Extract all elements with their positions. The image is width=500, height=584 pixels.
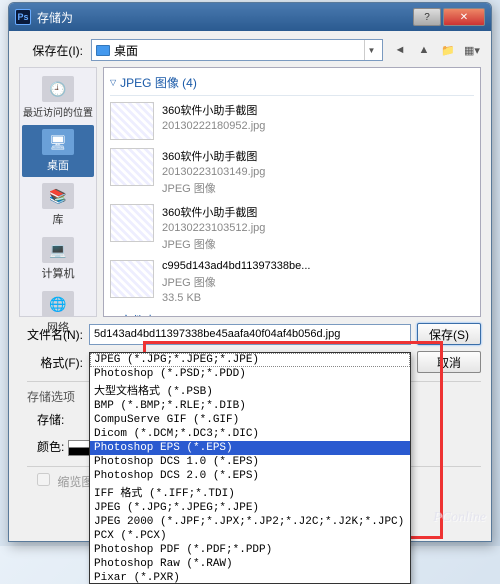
file-name: c995d143ad4bd11397338be... bbox=[162, 260, 310, 272]
recent-icon: 🕘 bbox=[42, 76, 74, 102]
filename-input[interactable] bbox=[89, 324, 411, 345]
watermark: PConline bbox=[433, 510, 486, 526]
sidebar-item-libraries[interactable]: 📚 库 bbox=[22, 179, 94, 231]
close-button[interactable]: ✕ bbox=[443, 8, 485, 26]
file-sub: JPEG 图像 bbox=[162, 274, 310, 290]
network-icon: 🌐 bbox=[42, 291, 74, 317]
thumbnail bbox=[110, 148, 154, 186]
up-icon[interactable]: ▲ bbox=[415, 41, 433, 59]
format-option[interactable]: IFF 格式 (*.IFF;*.TDI) bbox=[90, 483, 410, 501]
file-name: 360软件小助手截图 bbox=[162, 148, 265, 164]
file-row[interactable]: 360软件小助手截图 20130223103512.jpg JPEG 图像 bbox=[110, 202, 474, 258]
format-option[interactable]: Photoshop EPS (*.EPS) bbox=[90, 441, 410, 455]
file-name: 360软件小助手截图 bbox=[162, 102, 265, 118]
help-button[interactable]: ? bbox=[413, 8, 441, 26]
file-row[interactable]: 360软件小助手截图 20130223103149.jpg JPEG 图像 bbox=[110, 146, 474, 202]
save-as-dialog: Ps 存储为 ? ✕ 保存在(I): 桌面 ▼ ◄ ▲ 📁 ▦▾ 🕘 最 bbox=[8, 2, 492, 542]
format-option[interactable]: Photoshop Raw (*.RAW) bbox=[90, 557, 410, 571]
color-label: 颜色: bbox=[37, 440, 64, 454]
file-list[interactable]: ▽ JPEG 图像 (4) 360软件小助手截图 20130222180952.j… bbox=[103, 67, 481, 317]
format-option[interactable]: Photoshop (*.PSD;*.PDD) bbox=[90, 367, 410, 381]
file-sub: 20130223103149.jpg bbox=[162, 166, 265, 178]
collapse-icon: ▽ bbox=[110, 78, 116, 87]
format-option[interactable]: JPEG (*.JPG;*.JPEG;*.JPE) bbox=[90, 501, 410, 515]
format-dropdown-list[interactable]: JPEG (*.JPG;*.JPEG;*.JPE)Photoshop (*.PS… bbox=[89, 352, 411, 584]
thumbnail bbox=[110, 260, 154, 298]
titlebar[interactable]: Ps 存储为 ? ✕ bbox=[9, 3, 491, 31]
file-row[interactable]: c995d143ad4bd11397338be... JPEG 图像 33.5 KB bbox=[110, 258, 474, 310]
location-value: 桌面 bbox=[114, 42, 138, 59]
sidebar-item-desktop[interactable]: 🖥 桌面 bbox=[22, 125, 94, 177]
filename-label: 文件名(N): bbox=[19, 326, 83, 343]
thumbnail bbox=[110, 102, 154, 140]
format-option[interactable]: Dicom (*.DCM;*.DC3;*.DIC) bbox=[90, 427, 410, 441]
desktop-icon bbox=[96, 45, 110, 56]
format-option[interactable]: Pixar (*.PXR) bbox=[90, 571, 410, 584]
sidebar-item-computer[interactable]: 💻 计算机 bbox=[22, 233, 94, 285]
cancel-button[interactable]: 取消 bbox=[417, 351, 481, 373]
file-sub: JPEG 图像 bbox=[162, 180, 265, 196]
format-option[interactable]: Photoshop DCS 1.0 (*.EPS) bbox=[90, 455, 410, 469]
desktop-icon: 🖥 bbox=[42, 129, 74, 155]
back-icon[interactable]: ◄ bbox=[391, 41, 409, 59]
thumbnail bbox=[110, 204, 154, 242]
format-option[interactable]: JPEG 2000 (*.JPF;*.JPX;*.JP2;*.J2C;*.J2K… bbox=[90, 515, 410, 529]
sidebar-item-recent[interactable]: 🕘 最近访问的位置 bbox=[22, 72, 94, 123]
file-sub: 20130223103512.jpg bbox=[162, 222, 265, 234]
location-dropdown[interactable]: 桌面 ▼ bbox=[91, 39, 383, 61]
places-sidebar: 🕘 最近访问的位置 🖥 桌面 📚 库 💻 计算机 🌐 网络 bbox=[19, 67, 97, 317]
window-title: 存储为 bbox=[37, 9, 411, 26]
format-option[interactable]: BMP (*.BMP;*.RLE;*.DIB) bbox=[90, 399, 410, 413]
chevron-down-icon: ▼ bbox=[364, 40, 378, 60]
storage-label: 存储: bbox=[37, 413, 64, 427]
format-option[interactable]: PCX (*.PCX) bbox=[90, 529, 410, 543]
libraries-icon: 📚 bbox=[42, 183, 74, 209]
toolbar: ◄ ▲ 📁 ▦▾ bbox=[391, 41, 481, 59]
file-sub: 33.5 KB bbox=[162, 292, 310, 304]
thumbnail-checkbox bbox=[37, 473, 50, 486]
file-row[interactable]: 360软件小助手截图 20130222180952.jpg bbox=[110, 100, 474, 146]
save-button[interactable]: 保存(S) bbox=[417, 323, 481, 345]
photoshop-icon: Ps bbox=[15, 9, 31, 25]
format-option[interactable]: CompuServe GIF (*.GIF) bbox=[90, 413, 410, 427]
computer-icon: 💻 bbox=[42, 237, 74, 263]
group-header[interactable]: ▷ 文件夹 (6) bbox=[110, 310, 474, 317]
format-label: 格式(F): bbox=[19, 354, 83, 371]
format-option[interactable]: Photoshop DCS 2.0 (*.EPS) bbox=[90, 469, 410, 483]
view-menu-icon[interactable]: ▦▾ bbox=[463, 41, 481, 59]
group-header[interactable]: ▽ JPEG 图像 (4) bbox=[110, 72, 474, 96]
save-in-label: 保存在(I): bbox=[19, 42, 83, 59]
collapse-icon: ▷ bbox=[110, 316, 116, 317]
file-sub: 20130222180952.jpg bbox=[162, 120, 265, 132]
format-option[interactable]: Photoshop PDF (*.PDF;*.PDP) bbox=[90, 543, 410, 557]
file-name: 360软件小助手截图 bbox=[162, 204, 265, 220]
format-option[interactable]: 大型文档格式 (*.PSB) bbox=[90, 381, 410, 399]
format-option[interactable]: JPEG (*.JPG;*.JPEG;*.JPE) bbox=[90, 353, 410, 367]
file-sub: JPEG 图像 bbox=[162, 236, 265, 252]
new-folder-icon[interactable]: 📁 bbox=[439, 41, 457, 59]
